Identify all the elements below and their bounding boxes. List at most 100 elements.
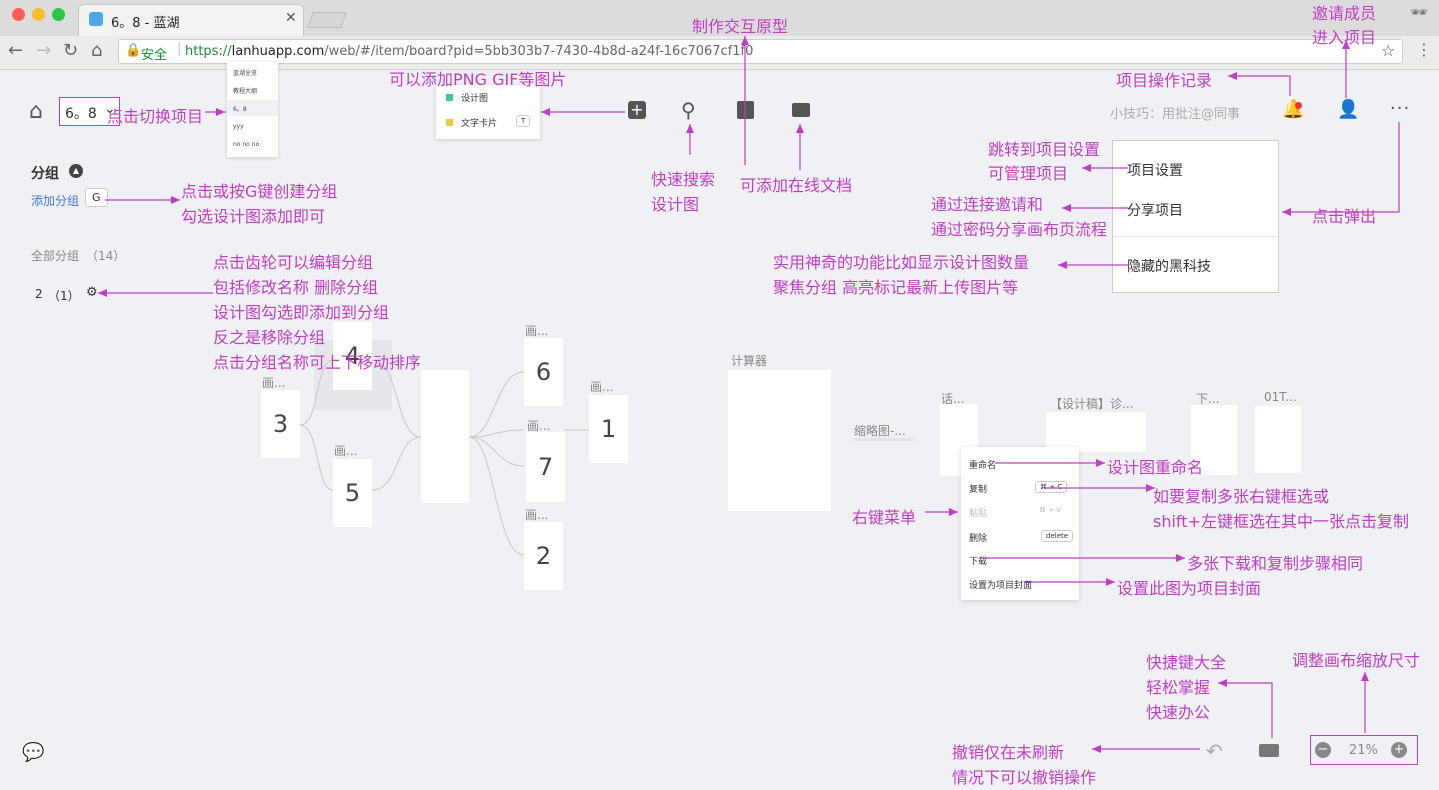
calculator-card[interactable] [728,370,831,511]
chat-icon[interactable]: 💬 [22,742,44,763]
annotation: 制作交互原型 [692,17,789,36]
zoom-value: 21% [1349,743,1378,758]
zoom-in-icon[interactable]: + [1391,742,1407,758]
annotation: 点击或按G键创建分组 [181,182,338,201]
url-text: https://lanhuapp.com/web/#/item/board?pi… [185,44,753,59]
maximize-window-icon[interactable] [52,8,65,21]
annotation: 点击齿轮可以编辑分组 [213,253,374,272]
dropdown-item[interactable]: 教程大纲 [233,86,257,95]
design-card-blank[interactable] [1046,412,1146,452]
gear-icon[interactable]: ⚙ [86,285,98,300]
group-item-count: （1） [48,289,80,303]
annotation: 聚焦分组 高亮标记最新上传图片等 [773,278,1019,297]
annotation: 项目操作记录 [1116,71,1213,90]
annotation: 可以添加PNG GIF等图片 [389,70,567,89]
menu-black-tech[interactable]: 隐藏的黑科技 [1127,256,1211,276]
annotation: 实用神奇的功能比如显示设计图数量 [773,253,1030,272]
dropdown-item[interactable]: no no no [233,141,259,148]
design-card[interactable]: 1 [589,395,628,463]
ctx-copy[interactable]: 复制 [969,482,987,495]
design-card[interactable]: 7 [526,432,565,502]
search-icon[interactable]: ⚲ [681,98,696,122]
design-card[interactable]: 5 [333,459,372,527]
close-window-icon[interactable] [12,8,25,21]
card-label: 【设计稿】诊... [1050,397,1134,411]
annotation: shift+左键框选在其中一张点击复制 [1153,512,1409,531]
prototype-icon[interactable] [737,101,754,119]
address-bar[interactable]: 🔒 安全 | https://lanhuapp.com/web/#/item/b… [118,39,1403,64]
card-number: 2 [535,542,552,570]
add-menu-text-card[interactable]: 文字卡片 [461,116,497,129]
ctx-download[interactable]: 下载 [969,554,987,567]
annotation: 跳转到项目设置 [988,140,1101,159]
design-card[interactable]: 6 [524,338,563,406]
card-number: 5 [344,479,361,507]
project-menu: 项目设置 分享项目 隐藏的黑科技 [1112,140,1279,293]
zoom-out-icon[interactable]: − [1315,742,1331,758]
ctx-delete[interactable]: 删除 [969,531,987,544]
annotation: 通过密码分享画布页流程 [931,220,1108,239]
dropdown-item[interactable]: 蓝湖全览 [233,68,257,77]
folder-icon[interactable] [792,103,810,117]
ctx-set-cover[interactable]: 设置为项目封面 [969,578,1032,591]
forward-icon[interactable]: → [36,40,51,61]
zoom-control: − 21% + [1310,735,1418,765]
menu-share-project[interactable]: 分享项目 [1127,200,1183,220]
group-item-name[interactable]: 2 [35,287,43,301]
reload-icon[interactable]: ↻ [63,40,78,61]
design-card[interactable]: 3 [261,390,300,458]
project-name: 6。8 [65,106,97,122]
keyboard-icon[interactable] [1259,744,1279,757]
dropdown-item[interactable]: 6。8 [233,104,247,113]
card-label: 画... [525,508,549,522]
ctx-copy-key: ⌘ + C [1035,481,1068,493]
collapse-icon[interactable]: ▲ [69,164,83,178]
add-menu: 设计图 文字卡片 T [436,85,540,139]
back-icon[interactable]: ← [8,40,23,61]
annotation: 右键菜单 [852,508,917,527]
lanhu-favicon-icon [89,12,103,26]
url-path: /web/#/item/board?pid=5bb303b7-7430-4b8d… [324,44,754,59]
annotation: 点击弹出 [1312,207,1377,226]
card-label: 画... [334,444,358,458]
annotation: 通过连接邀请和 [931,195,1044,214]
design-card-blank[interactable] [1255,406,1301,473]
browser-menu-icon[interactable]: ⋮ [1416,40,1432,59]
ctx-paste[interactable]: 粘贴 [969,506,987,519]
card-label: 01T... [1264,390,1297,404]
all-groups-label[interactable]: 全部分组 [31,247,79,264]
home-icon[interactable]: ⌂ [29,99,43,124]
minimize-window-icon[interactable] [32,8,45,21]
card-number: 1 [600,415,617,443]
add-icon[interactable]: + [628,101,646,119]
browser-tab[interactable]: 6。8 - 蓝湖 ✕ [78,4,304,36]
bookmark-star-icon[interactable]: ☆ [1381,41,1395,60]
card-label: 画... [527,419,551,433]
thumb-strip[interactable] [854,438,914,441]
group-title: 分组 [31,166,59,182]
undo-icon[interactable]: ↶ [1206,739,1223,763]
design-card-blank[interactable] [421,370,469,503]
design-card[interactable]: 2 [524,522,563,590]
url-host: lanhuapp.com [231,44,325,59]
tab-close-icon[interactable]: ✕ [285,10,297,26]
more-icon[interactable]: ··· [1390,98,1410,119]
annotation: 快捷键大全 [1146,653,1227,672]
ctx-rename[interactable]: 重命名 [969,458,996,471]
annotation: 如要复制多张右键框选或 [1153,487,1330,506]
text-card-icon [446,119,453,126]
add-menu-design[interactable]: 设计图 [461,91,488,104]
add-group-button[interactable]: 添加分组 [31,192,79,209]
dropdown-item[interactable]: yyy [233,123,244,130]
ctx-delete-key: delete [1041,530,1074,542]
home-browser-icon[interactable]: ⌂ [91,40,102,61]
annotation: 快速搜索 [651,170,716,189]
annotation: 可管理项目 [988,164,1069,183]
lock-icon: 🔒 [125,43,142,58]
annotation: 情况下可以撤销操作 [952,768,1097,787]
annotation: 进入项目 [1312,28,1377,47]
calculator-label: 计算器 [731,354,768,368]
menu-project-settings[interactable]: 项目设置 [1127,160,1183,180]
add-member-icon[interactable]: 👤 [1337,99,1359,120]
new-tab-button[interactable] [307,12,347,28]
